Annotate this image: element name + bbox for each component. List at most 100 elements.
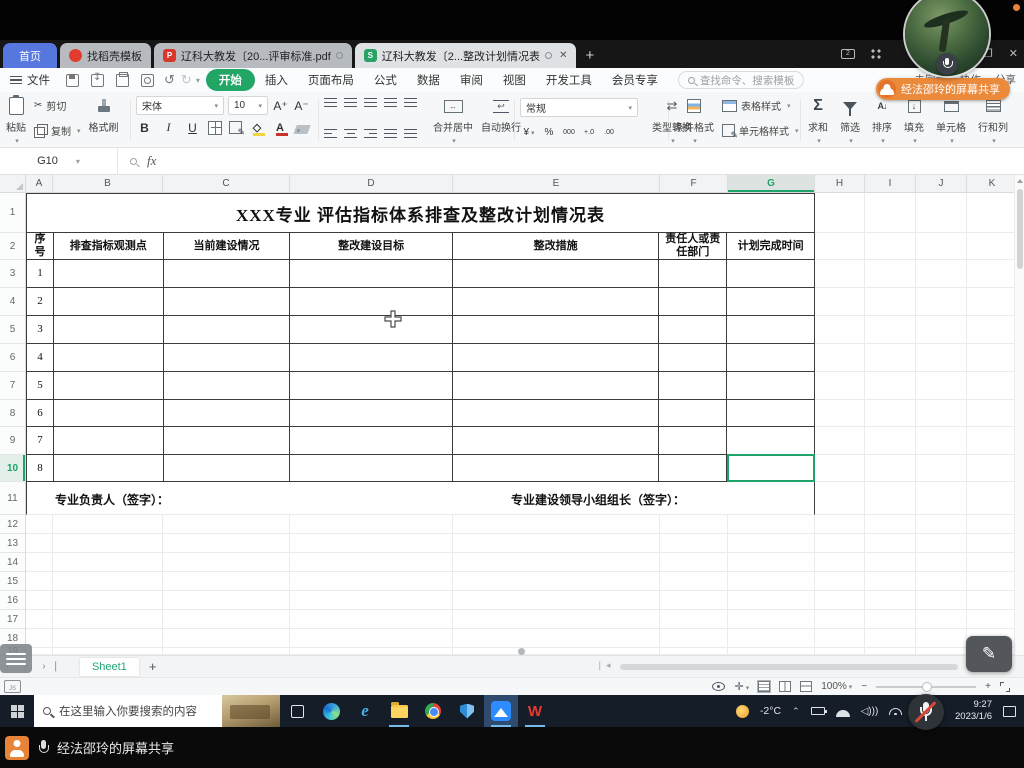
column-header-E[interactable]: E bbox=[453, 175, 660, 193]
clock[interactable]: 9:27 2023/1/6 bbox=[955, 699, 992, 723]
edge-button[interactable] bbox=[314, 695, 348, 727]
table-cell[interactable] bbox=[727, 260, 814, 288]
font-color-icon[interactable]: A bbox=[272, 122, 288, 134]
vscroll-thumb[interactable] bbox=[1017, 189, 1023, 269]
zoom-level[interactable]: 100% bbox=[821, 681, 852, 692]
bold-button[interactable]: B bbox=[136, 121, 153, 135]
underline-button[interactable]: U bbox=[184, 121, 201, 135]
table-header-cell[interactable]: 当前建设情况 bbox=[164, 233, 291, 260]
align-middle-icon[interactable] bbox=[344, 98, 357, 107]
menu-item-home[interactable]: 开始 bbox=[206, 69, 255, 91]
table-header-cell[interactable]: 计划完成时间 bbox=[727, 233, 814, 260]
increase-indent-icon[interactable] bbox=[404, 98, 417, 107]
table-cell[interactable] bbox=[164, 344, 291, 372]
serial-cell[interactable]: 8 bbox=[27, 455, 54, 482]
column-header-I[interactable]: I bbox=[865, 175, 916, 193]
row-header-8[interactable]: 8 bbox=[0, 400, 26, 427]
justify-icon[interactable] bbox=[384, 129, 397, 138]
redo-icon[interactable]: ↻ bbox=[181, 72, 192, 88]
sum-button[interactable]: Σ 求和 bbox=[808, 96, 828, 145]
row-header-14[interactable]: 14 bbox=[0, 553, 26, 572]
table-cell[interactable] bbox=[453, 316, 659, 344]
action-center-icon[interactable] bbox=[1003, 706, 1016, 717]
table-header-cell[interactable]: 排查指标观测点 bbox=[54, 233, 164, 260]
muted-mic-overlay[interactable] bbox=[908, 694, 944, 730]
fill-color-icon[interactable]: ◇ bbox=[249, 121, 265, 134]
rows-cols-button[interactable]: 行和列 bbox=[978, 96, 1008, 145]
defender-button[interactable] bbox=[450, 695, 484, 727]
annotation-pen-button[interactable]: ✎ bbox=[966, 636, 1012, 672]
add-sheet-button[interactable]: + bbox=[149, 659, 157, 674]
js-macro-icon[interactable]: JS bbox=[4, 680, 21, 693]
copy-button[interactable]: 复制 bbox=[34, 123, 81, 138]
wrap-text-button[interactable]: ↩ 自动换行 bbox=[481, 96, 521, 145]
sort-button[interactable]: A↓ 排序 bbox=[872, 96, 892, 145]
table-cell[interactable] bbox=[659, 427, 727, 455]
insert-function-icon[interactable]: fx bbox=[147, 153, 156, 169]
taskbar-search-input[interactable]: 在这里输入你要搜索的内容 bbox=[34, 695, 222, 727]
table-cell[interactable] bbox=[727, 344, 814, 372]
table-cell[interactable] bbox=[659, 400, 727, 427]
scroll-up-icon[interactable] bbox=[1017, 179, 1023, 183]
table-cell[interactable] bbox=[453, 344, 659, 372]
selected-cell-G10[interactable] bbox=[727, 454, 815, 482]
table-cell[interactable] bbox=[659, 260, 727, 288]
table-cell[interactable] bbox=[659, 372, 727, 400]
menu-item-view[interactable]: 视图 bbox=[493, 70, 536, 90]
table-header-cell[interactable]: 整改建设目标 bbox=[290, 233, 453, 260]
table-cell[interactable] bbox=[290, 316, 453, 344]
menu-item-page-layout[interactable]: 页面布局 bbox=[298, 70, 364, 90]
serial-cell[interactable]: 2 bbox=[27, 288, 54, 316]
tab-pdf-document[interactable]: P 辽科大教发〔20...评审标准.pdf bbox=[154, 43, 352, 68]
row-header-9[interactable]: 9 bbox=[0, 427, 26, 455]
table-cell[interactable] bbox=[453, 427, 659, 455]
close-tab-icon[interactable]: ✕ bbox=[559, 50, 567, 61]
hidden-icons-chevron[interactable]: ⌃ bbox=[792, 706, 800, 717]
table-cell[interactable] bbox=[54, 372, 164, 400]
zoom-slider[interactable] bbox=[876, 686, 976, 688]
command-search-input[interactable]: 查找命令、搜索模板 bbox=[678, 71, 805, 89]
align-bottom-icon[interactable] bbox=[364, 98, 377, 107]
serial-cell[interactable]: 6 bbox=[27, 400, 54, 427]
cut-button[interactable]: ✂剪切 bbox=[34, 98, 81, 113]
table-cell[interactable] bbox=[659, 455, 727, 482]
serial-cell[interactable]: 4 bbox=[27, 344, 54, 372]
battery-icon[interactable] bbox=[811, 707, 825, 715]
row-header-4[interactable]: 4 bbox=[0, 288, 26, 316]
menu-item-review[interactable]: 审阅 bbox=[450, 70, 493, 90]
print-icon[interactable] bbox=[116, 74, 129, 87]
table-cell[interactable] bbox=[290, 344, 453, 372]
currency-format-icon[interactable]: ¥ bbox=[520, 127, 538, 138]
comma-format-icon[interactable]: 000 bbox=[560, 129, 578, 136]
table-cell[interactable] bbox=[164, 427, 291, 455]
align-left-icon[interactable] bbox=[324, 129, 337, 138]
table-cell[interactable] bbox=[290, 260, 453, 288]
table-header-cell[interactable]: 序号 bbox=[27, 233, 54, 260]
serial-cell[interactable]: 3 bbox=[27, 316, 54, 344]
table-cell[interactable] bbox=[727, 316, 814, 344]
file-explorer-button[interactable] bbox=[382, 695, 416, 727]
table-cell[interactable] bbox=[164, 316, 291, 344]
row-header-16[interactable]: 16 bbox=[0, 591, 26, 610]
vertical-scrollbar[interactable] bbox=[1014, 175, 1024, 655]
italic-button[interactable]: I bbox=[160, 120, 177, 135]
row-header-7[interactable]: 7 bbox=[0, 372, 26, 400]
decrease-indent-icon[interactable] bbox=[384, 98, 397, 107]
name-box[interactable]: G10 ▾ bbox=[0, 148, 118, 174]
table-cell[interactable] bbox=[659, 316, 727, 344]
tab-spreadsheet-document[interactable]: S 辽科大教发〔2...整改计划情况表 ✕ bbox=[355, 43, 577, 68]
move-tool-icon[interactable]: ✛ bbox=[734, 680, 749, 693]
row-header-15[interactable]: 15 bbox=[0, 572, 26, 591]
cloud-tray-icon[interactable] bbox=[836, 710, 850, 717]
paste-button[interactable]: 粘贴 bbox=[6, 96, 26, 145]
meeting-menu-button[interactable] bbox=[0, 644, 32, 673]
table-cell[interactable] bbox=[727, 400, 814, 427]
more-actions-chevron-icon[interactable]: ▾ bbox=[196, 76, 200, 85]
menu-item-formulas[interactable]: 公式 bbox=[364, 70, 407, 90]
merge-center-button[interactable]: ↔ 合并居中 bbox=[433, 96, 473, 145]
table-cell[interactable] bbox=[290, 372, 453, 400]
table-cell[interactable] bbox=[453, 455, 659, 482]
zoom-in-button[interactable]: + bbox=[985, 681, 991, 692]
news-widget-thumbnail[interactable] bbox=[222, 695, 280, 727]
table-cell[interactable] bbox=[164, 260, 291, 288]
